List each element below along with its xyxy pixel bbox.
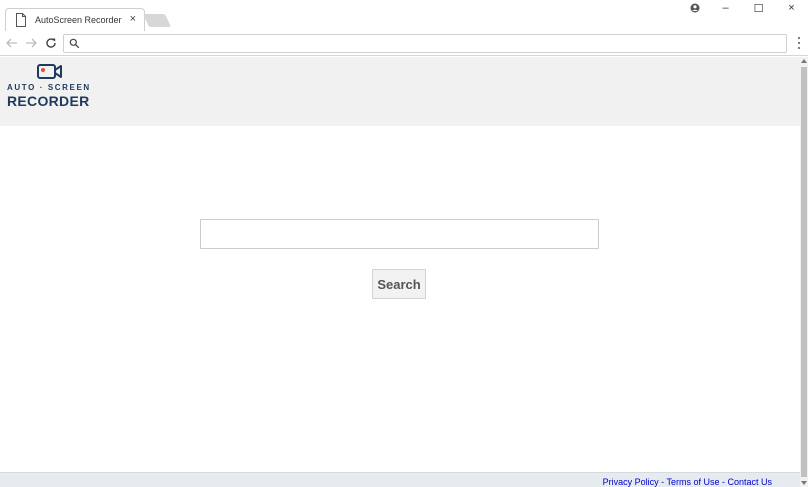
minimize-button[interactable]: –: [709, 0, 742, 16]
browser-tab[interactable]: AutoScreen Recorder ×: [5, 8, 145, 31]
page-scrollbar[interactable]: [800, 57, 808, 487]
search-button[interactable]: Search: [372, 269, 426, 299]
tab-close-icon[interactable]: ×: [130, 13, 136, 26]
scroll-down-icon[interactable]: [800, 479, 808, 487]
contact-us-link[interactable]: Contact Us: [727, 477, 772, 487]
logo-text-top: AUTO · SCREEN: [7, 83, 91, 92]
browser-titlebar: AutoScreen Recorder × – ☐ ×: [0, 0, 808, 31]
logo-text-bottom: RECORDER: [7, 93, 90, 109]
site-logo[interactable]: AUTO · SCREEN RECORDER: [7, 63, 97, 113]
close-window-button[interactable]: ×: [775, 0, 808, 16]
back-arrow-icon[interactable]: [5, 36, 19, 50]
footer-links: Privacy Policy - Terms of Use - Contact …: [603, 477, 772, 487]
address-bar[interactable]: [63, 34, 787, 53]
camera-icon: [37, 64, 62, 79]
scroll-up-icon[interactable]: [800, 57, 808, 65]
reload-icon[interactable]: [44, 36, 58, 50]
page-viewport: AUTO · SCREEN RECORDER Search Privacy Po…: [0, 57, 800, 487]
site-footer: Privacy Policy - Terms of Use - Contact …: [0, 472, 800, 487]
search-icon: [69, 38, 80, 49]
terms-of-use-link[interactable]: Terms of Use: [666, 477, 719, 487]
scrollbar-thumb[interactable]: [801, 67, 807, 477]
window-controls: – ☐ ×: [709, 0, 808, 16]
page-icon: [16, 13, 26, 27]
address-input[interactable]: [84, 36, 774, 51]
profile-icon[interactable]: [690, 3, 700, 13]
maximize-button[interactable]: ☐: [742, 0, 775, 16]
new-tab-button[interactable]: [142, 14, 172, 27]
browser-menu-icon[interactable]: [793, 36, 805, 50]
site-header: AUTO · SCREEN RECORDER: [0, 57, 800, 126]
tab-title: AutoScreen Recorder: [35, 15, 122, 25]
privacy-policy-link[interactable]: Privacy Policy: [603, 477, 659, 487]
forward-arrow-icon[interactable]: [24, 36, 38, 50]
browser-toolbar: [0, 31, 808, 56]
search-input[interactable]: [200, 219, 599, 249]
